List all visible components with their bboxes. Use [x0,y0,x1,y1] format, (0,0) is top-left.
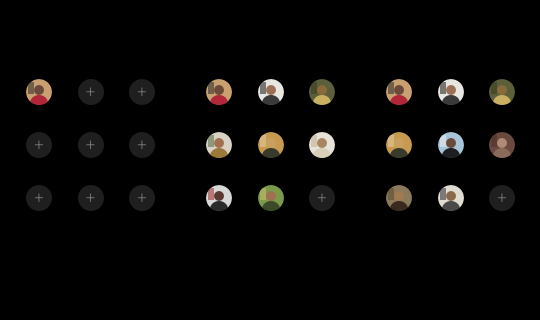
add-photo-button[interactable]: + [26,185,52,211]
avatar-thumbnail [257,132,284,158]
photo-grid-panel-1: + + + + + + + + [26,79,160,213]
photo-avatar[interactable] [206,185,232,211]
add-photo-button[interactable]: + [129,185,155,211]
photo-avatar[interactable] [257,79,284,105]
photo-avatar[interactable] [257,185,284,211]
avatar-thumbnail [206,132,232,158]
add-photo-button[interactable]: + [129,132,155,158]
photo-avatar[interactable] [437,79,464,105]
photo-avatar[interactable] [309,132,335,158]
plus-icon: + [496,190,508,206]
photo-grid-panel-2: + [206,79,340,213]
photo-avatar[interactable] [437,132,464,158]
avatar-thumbnail [489,79,515,105]
photo-avatar[interactable] [309,79,335,105]
photo-grid-panel-3: + [386,79,520,213]
photo-avatar[interactable] [206,79,232,105]
photo-avatar[interactable] [206,132,232,158]
plus-icon: + [136,190,148,206]
add-photo-button[interactable]: + [129,79,155,105]
avatar-thumbnail [489,132,515,158]
avatar-thumbnail [206,185,232,211]
avatar-thumbnail [386,132,412,158]
avatar-thumbnail [257,185,284,211]
photo-avatar[interactable] [257,132,284,158]
plus-icon: + [85,190,96,206]
photo-avatar[interactable] [489,79,515,105]
add-photo-button[interactable]: + [77,132,104,158]
plus-icon: + [85,137,96,153]
plus-icon: + [136,137,148,153]
photo-avatar[interactable] [386,132,412,158]
avatar-thumbnail [206,79,232,105]
avatar-thumbnail [437,132,464,158]
avatar-thumbnail [437,185,464,211]
avatar-thumbnail [309,79,335,105]
avatar-thumbnail [26,79,52,105]
avatar-thumbnail [309,132,335,158]
add-photo-button[interactable]: + [26,132,52,158]
add-photo-button[interactable]: + [77,79,104,105]
photo-avatar[interactable] [386,79,412,105]
avatar-thumbnail [386,79,412,105]
avatar-thumbnail [257,79,284,105]
photo-avatar[interactable] [437,185,464,211]
photo-avatar[interactable] [26,79,52,105]
plus-icon: + [85,84,96,100]
add-photo-button[interactable]: + [77,185,104,211]
plus-icon: + [33,137,45,153]
photo-avatar[interactable] [386,185,412,211]
avatar-thumbnail [437,79,464,105]
add-photo-button[interactable]: + [489,185,515,211]
plus-icon: + [316,190,328,206]
collage-stage: + + + + + + + + + + [0,0,540,320]
avatar-thumbnail [386,185,412,211]
plus-icon: + [33,190,45,206]
photo-avatar[interactable] [489,132,515,158]
add-photo-button[interactable]: + [309,185,335,211]
plus-icon: + [136,84,148,100]
